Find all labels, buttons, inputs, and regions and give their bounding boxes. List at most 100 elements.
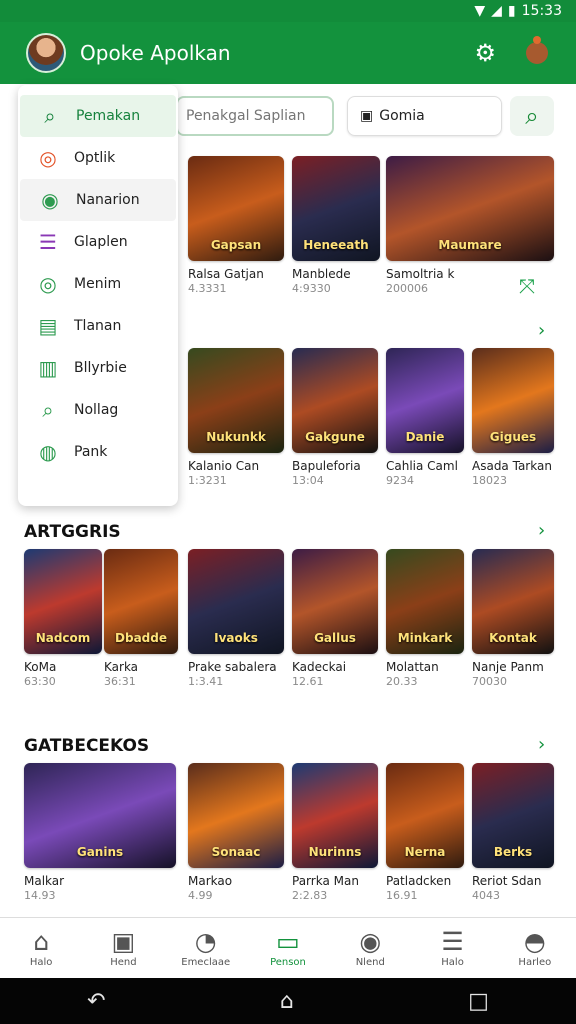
game-art-title: Nurinns	[308, 845, 362, 859]
section-chevron[interactable]: ›	[538, 734, 545, 755]
nav-label: Halo	[441, 956, 464, 968]
game-art-title: Gigues	[489, 430, 537, 444]
menu-item[interactable]: ☰ Glaplen	[18, 221, 178, 263]
game-name: Manblede	[292, 267, 351, 281]
menu-item[interactable]: ◎ Menim	[18, 263, 178, 305]
game-thumbnail: Kontak	[472, 549, 554, 654]
game-card[interactable]: Kontak Nanje Panm 70030	[472, 549, 554, 688]
filter-dropdown[interactable]: ▣ Gomia	[347, 96, 502, 136]
game-name: Prake sabalera	[188, 660, 277, 674]
search-button[interactable]: ⌕	[510, 96, 554, 136]
battery-icon: ▮	[507, 3, 516, 19]
list-icon: ☰	[39, 230, 57, 254]
menu-item-label: Optlik	[74, 150, 116, 166]
menu-item-label: Nollag	[74, 402, 119, 418]
game-meta: 2:2.83	[292, 889, 328, 902]
game-name: KoMa	[24, 660, 57, 674]
game-thumbnail: Ganins	[24, 763, 176, 868]
game-card[interactable]: Nerna Patladcken 16.91	[386, 763, 464, 902]
refresh-icon: ◉	[359, 926, 382, 956]
game-thumbnail: Heneeath	[292, 156, 380, 261]
game-card[interactable]: Gigues Asada Tarkan 18023	[472, 348, 554, 487]
game-thumbnail: Maumare	[386, 156, 554, 261]
game-thumbnail: Danie	[386, 348, 464, 453]
nav-item[interactable]: ⌂ Halo	[0, 918, 82, 978]
menu-item[interactable]: ▤ Tlanan	[18, 305, 178, 347]
menu-item[interactable]: ▥ Bllyrbie	[18, 347, 178, 389]
recents-icon[interactable]: □	[468, 989, 489, 1014]
game-meta: 16.91	[386, 889, 418, 902]
game-meta: 18023	[472, 474, 507, 487]
game-meta: 63:30	[24, 675, 56, 688]
home-icon[interactable]: ⌂	[280, 989, 294, 1014]
nav-label: Emeclaae	[181, 956, 231, 968]
nav-item[interactable]: ◔ Emeclaae	[165, 918, 247, 978]
menu-item[interactable]: ◍ Pank	[18, 431, 178, 473]
shield-icon: ◍	[39, 440, 57, 464]
game-art-title: Kontak	[489, 631, 537, 645]
nav-item[interactable]: ▣ Hend	[82, 918, 164, 978]
see-all-top[interactable]: ›	[538, 320, 545, 341]
game-card[interactable]: Dbadde Karka 36:31	[104, 549, 178, 688]
nav-label: Halo	[29, 956, 53, 968]
game-name: Reriot Sdan	[472, 874, 542, 888]
game-card[interactable]: Nukunkk Kalanio Can 1:3231	[188, 348, 284, 487]
menu-item-label: Bllyrbie	[74, 360, 127, 376]
section-title: ARTGGRIS	[24, 522, 121, 542]
game-art-title: Gallus	[314, 631, 356, 645]
game-meta: 12.61	[292, 675, 324, 688]
search-icon: ⌕	[525, 102, 539, 130]
game-name: Patladcken	[386, 874, 452, 888]
game-card[interactable]: Maumare Samoltria k 200006	[386, 156, 554, 295]
mascot-icon[interactable]	[526, 36, 548, 64]
search-input[interactable]	[176, 96, 334, 136]
settings-icon[interactable]: ⚙	[474, 39, 496, 67]
game-card[interactable]: Berks Reriot Sdan 4043	[472, 763, 554, 902]
back-icon[interactable]: ↶	[87, 989, 105, 1014]
game-meta: 70030	[472, 675, 507, 688]
game-thumbnail: Gakgune	[292, 348, 378, 453]
clock-label: 15:33	[521, 3, 562, 19]
menu-icon: ☰	[441, 926, 464, 956]
game-card[interactable]: Sonaac Markao 4.99	[188, 763, 284, 902]
section-title: GATBECEKOS	[24, 736, 150, 756]
nav-label: Harleo	[518, 956, 552, 968]
nav-item[interactable]: ◓ Harleo	[494, 918, 576, 978]
game-name: Bapuleforia	[292, 459, 361, 473]
game-thumbnail: Gapsan	[188, 156, 284, 261]
bottom-navigation: ⌂ Halo ▣ Hend ◔ Emeclaae ▭ Penson ◉ Nlend ☰ Halo ◓ Ha…	[0, 917, 576, 978]
game-card[interactable]: Nurinns Parrka Man 2:2.83	[292, 763, 378, 902]
target-icon: ◎	[39, 146, 57, 170]
game-card[interactable]: Danie Cahlia Caml 9234	[386, 348, 464, 487]
avatar[interactable]	[26, 33, 66, 73]
nav-item[interactable]: ▭ Penson	[247, 918, 329, 978]
game-card[interactable]: Ganins Malkar 14.93	[24, 763, 176, 902]
game-meta: 4043	[472, 889, 500, 902]
game-card[interactable]: Ivaoks Prake sabalera 1:3.41	[188, 549, 284, 688]
game-art-title: Nadcom	[35, 631, 91, 645]
game-meta: 36:31	[104, 675, 136, 688]
chart-icon: ▥	[38, 356, 58, 380]
menu-item[interactable]: ⌕ Pemakan	[20, 95, 176, 137]
game-card[interactable]: Gallus Kadeckai 12.61	[292, 549, 378, 688]
game-name: Ralsa Gatjan	[188, 267, 264, 281]
game-name: Nanje Panm	[472, 660, 544, 674]
game-card[interactable]: Heneeath Manblede 4:9330	[292, 156, 380, 295]
signal-icon: ◢	[491, 3, 502, 19]
section-chevron[interactable]: ›	[538, 520, 545, 541]
game-card[interactable]: Minkark Molattan 20.33	[386, 549, 464, 688]
home-icon: ⌂	[33, 926, 50, 956]
game-card[interactable]: Gapsan Ralsa Gatjan 4.3331	[188, 156, 284, 295]
dropdown-menu: ⌕ Pemakan ◎ Optlik ◉ Nanarion ☰ Glaplen ◎ Menim ▤ T…	[18, 85, 178, 506]
menu-item[interactable]: ◎ Optlik	[18, 137, 178, 179]
menu-item[interactable]: ◉ Nanarion	[20, 179, 176, 221]
game-card[interactable]: Gakgune Bapuleforia 13:04	[292, 348, 378, 487]
nav-item[interactable]: ◉ Nlend	[329, 918, 411, 978]
chat-icon: ◔	[194, 926, 217, 956]
game-meta: 4.99	[188, 889, 213, 902]
nav-item[interactable]: ☰ Halo	[411, 918, 493, 978]
game-card[interactable]: Nadcom KoMa 63:30	[24, 549, 102, 688]
menu-item-label: Menim	[74, 276, 122, 292]
menu-item[interactable]: ⌕ Nollag	[18, 389, 178, 431]
game-art-title: Ivaoks	[214, 631, 258, 645]
